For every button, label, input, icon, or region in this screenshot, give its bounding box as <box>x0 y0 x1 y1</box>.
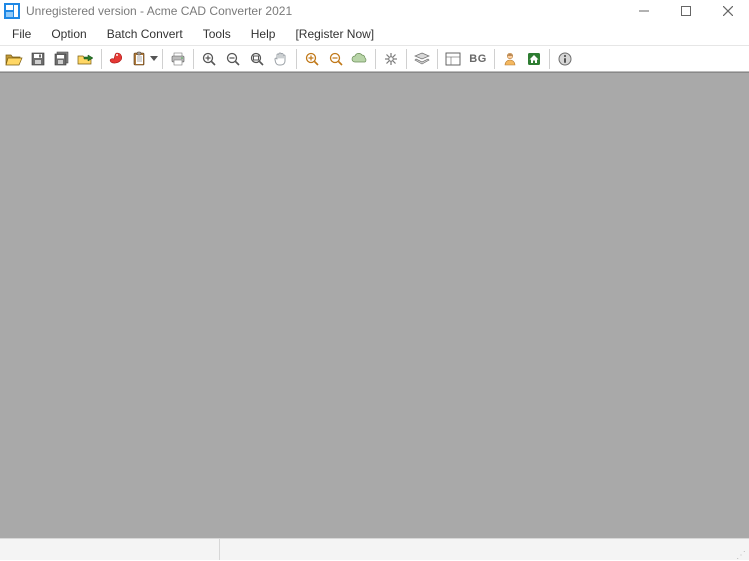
maximize-button[interactable] <box>665 0 707 22</box>
background-button[interactable]: BG <box>465 48 491 70</box>
separator <box>549 49 550 69</box>
separator <box>375 49 376 69</box>
zoom-all-icon <box>328 51 344 67</box>
bg-icon: BG <box>469 53 487 65</box>
canvas-area[interactable] <box>0 72 749 538</box>
close-button[interactable] <box>707 0 749 22</box>
home-icon <box>526 51 542 67</box>
3d-view-button[interactable] <box>348 48 372 70</box>
folder-arrow-icon <box>77 51 95 67</box>
cloud-3d-icon <box>351 52 369 66</box>
statusbar: ⋰ <box>0 538 749 560</box>
pan-button[interactable] <box>269 48 293 70</box>
window-title: Unregistered version - Acme CAD Converte… <box>26 4 623 18</box>
separator <box>162 49 163 69</box>
separator <box>101 49 102 69</box>
person-icon <box>502 51 518 67</box>
menu-register-now[interactable]: [Register Now] <box>285 24 384 44</box>
resize-grip-icon[interactable]: ⋰ <box>736 552 747 560</box>
app-icon <box>4 3 20 19</box>
zoom-out-icon <box>225 51 241 67</box>
menu-option[interactable]: Option <box>41 24 96 44</box>
status-pane-right: ⋰ <box>220 539 749 560</box>
info-icon <box>557 51 573 67</box>
zoom-out-button[interactable] <box>221 48 245 70</box>
layers-icon <box>413 51 431 67</box>
printer-icon <box>169 51 187 67</box>
pdf-button[interactable] <box>105 48 129 70</box>
zoom-in-icon <box>201 51 217 67</box>
open-button[interactable] <box>2 48 26 70</box>
layout-button[interactable] <box>441 48 465 70</box>
floppy-icon <box>30 51 46 67</box>
minimize-button[interactable] <box>623 0 665 22</box>
copy-clipboard-button[interactable] <box>129 48 151 70</box>
hand-icon <box>272 51 290 67</box>
export-button[interactable] <box>74 48 98 70</box>
separator <box>193 49 194 69</box>
zoom-window-icon <box>249 51 265 67</box>
pdf-icon <box>108 51 126 67</box>
support-button[interactable] <box>498 48 522 70</box>
separator <box>437 49 438 69</box>
save-all-button[interactable] <box>50 48 74 70</box>
toolbar: BG <box>0 46 749 72</box>
titlebar: Unregistered version - Acme CAD Converte… <box>0 0 749 22</box>
zoom-all-button[interactable] <box>324 48 348 70</box>
status-pane-left <box>0 539 220 560</box>
print-button[interactable] <box>166 48 190 70</box>
window-controls <box>623 0 749 22</box>
regen-button[interactable] <box>379 48 403 70</box>
gear-burst-icon <box>382 51 400 67</box>
zoom-extents-button[interactable] <box>300 48 324 70</box>
home-button[interactable] <box>522 48 546 70</box>
menubar: File Option Batch Convert Tools Help [Re… <box>0 22 749 46</box>
layers-button[interactable] <box>410 48 434 70</box>
menu-batch-convert[interactable]: Batch Convert <box>97 24 193 44</box>
zoom-window-button[interactable] <box>245 48 269 70</box>
menu-help[interactable]: Help <box>241 24 286 44</box>
menu-tools[interactable]: Tools <box>193 24 241 44</box>
separator <box>406 49 407 69</box>
zoom-in-button[interactable] <box>197 48 221 70</box>
about-button[interactable] <box>553 48 577 70</box>
layout-icon <box>444 51 462 67</box>
separator <box>296 49 297 69</box>
save-button[interactable] <box>26 48 50 70</box>
separator <box>494 49 495 69</box>
folder-open-icon <box>5 51 23 67</box>
zoom-extents-icon <box>304 51 320 67</box>
clipboard-icon <box>131 51 149 67</box>
floppy-multi-icon <box>53 51 71 67</box>
menu-file[interactable]: File <box>2 24 41 44</box>
